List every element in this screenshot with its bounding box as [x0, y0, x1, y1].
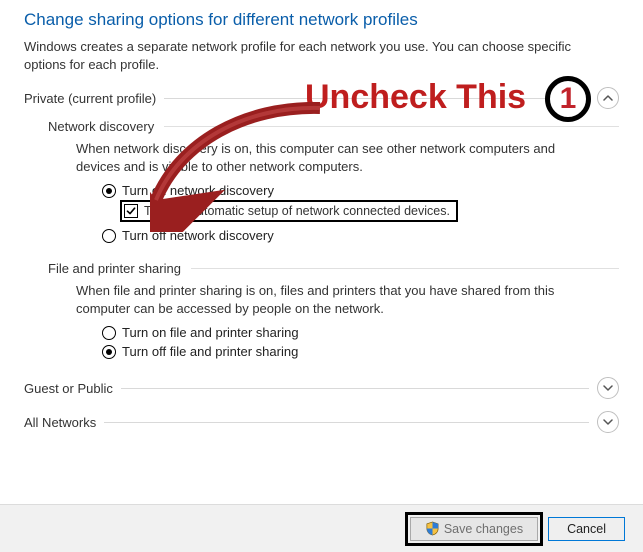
page-title: Change sharing options for different net… — [24, 10, 619, 30]
highlight-box: Turn on automatic setup of network conne… — [120, 200, 458, 222]
section-all-networks[interactable]: All Networks — [24, 411, 619, 433]
section-guest-public[interactable]: Guest or Public — [24, 377, 619, 399]
section-private-label: Private (current profile) — [24, 91, 156, 106]
cancel-label: Cancel — [567, 522, 606, 536]
cancel-button[interactable]: Cancel — [548, 517, 625, 541]
section-private[interactable]: Private (current profile) — [24, 87, 619, 109]
file-printer-text: When file and printer sharing is on, fil… — [76, 282, 595, 317]
save-label: Save changes — [444, 522, 523, 536]
divider — [104, 422, 589, 423]
radio-icon — [102, 326, 116, 340]
chevron-down-icon — [597, 411, 619, 433]
chevron-up-icon — [597, 87, 619, 109]
divider — [121, 388, 589, 389]
subsection-file-printer: File and printer sharing — [48, 261, 619, 276]
network-discovery-label: Network discovery — [48, 119, 154, 134]
radio-icon — [102, 229, 116, 243]
radio-file-printer-off[interactable]: Turn off file and printer sharing — [102, 342, 619, 361]
page-desc: Windows creates a separate network profi… — [24, 38, 614, 73]
save-changes-button[interactable]: Save changes — [410, 517, 538, 541]
shield-icon — [425, 521, 440, 536]
divider — [164, 126, 619, 127]
radio-network-discovery-on[interactable]: Turn on network discovery — [102, 181, 619, 200]
checkbox-auto-setup[interactable] — [124, 204, 138, 218]
radio-label: Turn off network discovery — [122, 228, 274, 243]
radio-label: Turn off file and printer sharing — [122, 344, 298, 359]
chevron-down-icon — [597, 377, 619, 399]
footer-bar: Save changes Cancel — [0, 504, 643, 552]
divider — [164, 98, 589, 99]
radio-network-discovery-off[interactable]: Turn off network discovery — [102, 226, 619, 245]
file-printer-label: File and printer sharing — [48, 261, 181, 276]
radio-icon — [102, 184, 116, 198]
radio-label: Turn on network discovery — [122, 183, 274, 198]
checkbox-auto-setup-label: Turn on automatic setup of network conne… — [144, 204, 450, 218]
network-discovery-text: When network discovery is on, this compu… — [76, 140, 595, 175]
radio-label: Turn on file and printer sharing — [122, 325, 299, 340]
radio-file-printer-on[interactable]: Turn on file and printer sharing — [102, 323, 619, 342]
divider — [191, 268, 619, 269]
section-guest-label: Guest or Public — [24, 381, 113, 396]
subsection-network-discovery: Network discovery — [48, 119, 619, 134]
radio-icon — [102, 345, 116, 359]
section-all-label: All Networks — [24, 415, 96, 430]
